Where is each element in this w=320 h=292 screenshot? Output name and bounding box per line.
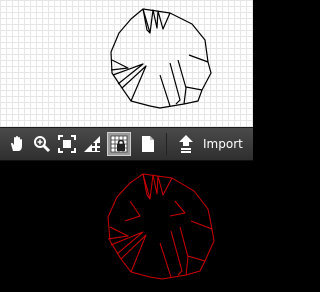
fit-to-screen-icon[interactable] — [55, 132, 79, 156]
page-icon[interactable] — [136, 132, 160, 156]
upload-arrow-icon[interactable] — [174, 132, 198, 156]
triangle-plus-icon[interactable] — [80, 132, 104, 156]
grid-lock-icon[interactable] — [107, 132, 131, 156]
hand-icon[interactable] — [5, 132, 29, 156]
grid-canvas[interactable] — [0, 0, 253, 127]
toolbar: Import — [0, 127, 253, 161]
import-button-label[interactable]: Import — [203, 137, 243, 151]
preview-canvas — [0, 161, 253, 292]
shape-outline-red — [107, 173, 215, 280]
toolbar-separator — [166, 133, 167, 155]
editor-window: Import — [0, 0, 253, 292]
magnifier-plus-icon[interactable] — [30, 132, 54, 156]
shape-outline-black — [110, 8, 212, 109]
